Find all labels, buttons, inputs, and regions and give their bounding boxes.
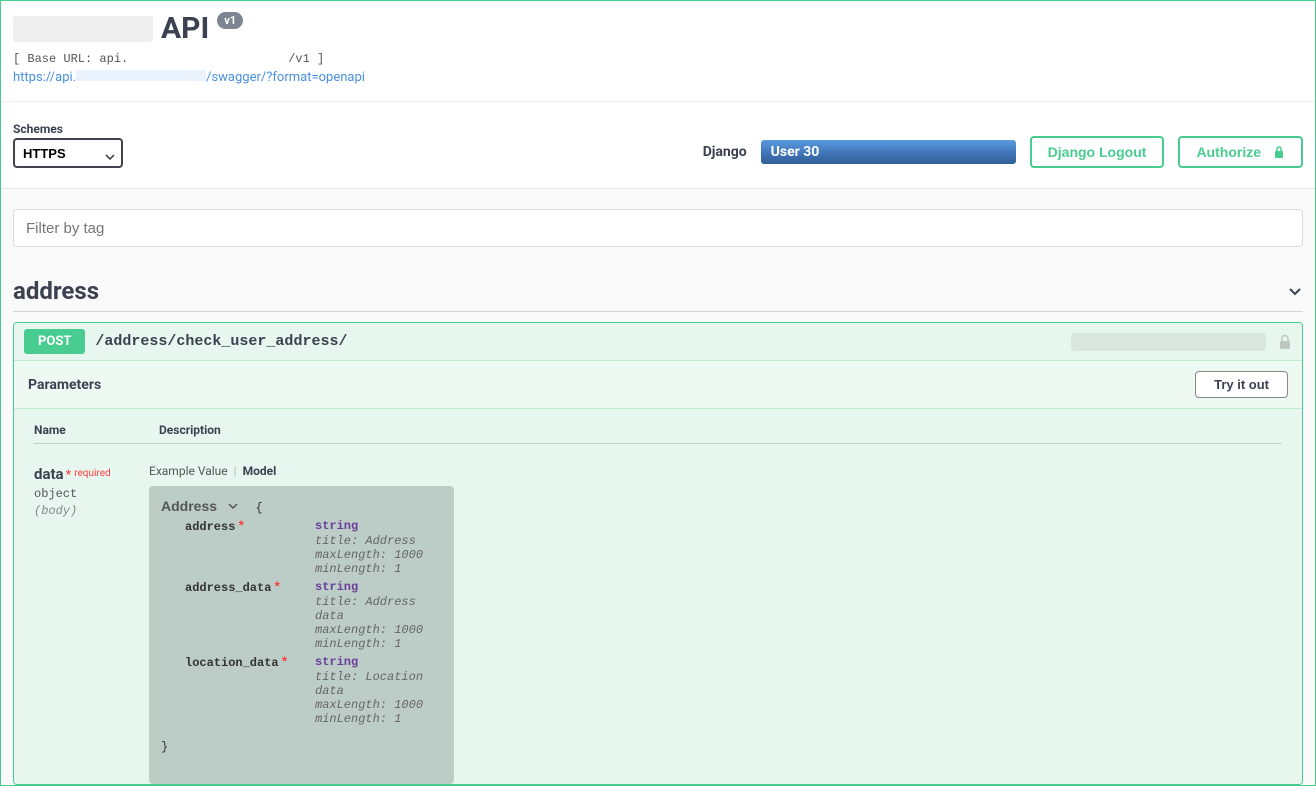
schemes-select[interactable]: HTTPS (13, 138, 123, 168)
model-box: Address { address*stringtitle: Addressma… (149, 486, 454, 784)
django-label: Django (703, 144, 747, 160)
parameter-row: data*required object (body) Example Valu… (34, 444, 1282, 784)
schemes-label: Schemes (13, 122, 123, 136)
app-logo (13, 16, 153, 42)
chevron-down-icon[interactable] (228, 501, 238, 515)
http-method-badge: POST (24, 329, 85, 354)
model-property-meta: title: Location data (315, 670, 442, 698)
param-name: data (34, 465, 64, 483)
tab-example-value[interactable]: Example Value (149, 464, 228, 478)
column-header-name: Name (34, 423, 109, 437)
required-star: * (66, 468, 72, 483)
lock-icon (1273, 145, 1285, 159)
api-title: API (161, 11, 209, 46)
model-property-meta: title: Address (315, 534, 442, 548)
operation-header[interactable]: POST /address/check_user_address/ (14, 323, 1302, 360)
model-property: address_data*string (185, 580, 442, 595)
param-in: (body) (34, 504, 129, 518)
django-logout-button[interactable]: Django Logout (1030, 136, 1165, 168)
model-property-meta: maxLength: 1000 (315, 623, 442, 637)
model-property-meta: minLength: 1 (315, 637, 442, 651)
model-property-meta: title: Address data (315, 595, 442, 623)
operation-summary (1071, 333, 1266, 351)
model-property-meta: maxLength: 1000 (315, 698, 442, 712)
chevron-down-icon (1287, 283, 1303, 299)
authorize-button[interactable]: Authorize (1178, 136, 1303, 168)
lock-icon[interactable] (1278, 334, 1292, 350)
model-property-meta: minLength: 1 (315, 562, 442, 576)
parameters-heading: Parameters (28, 377, 101, 393)
filter-input[interactable] (13, 209, 1303, 247)
tab-model[interactable]: Model (243, 464, 277, 478)
tag-header[interactable]: address (13, 277, 1303, 312)
model-property-meta: maxLength: 1000 (315, 548, 442, 562)
base-url: [ Base URL: api./v1 ] (13, 52, 1303, 66)
model-property: address*string (185, 519, 442, 534)
spec-link[interactable]: https://api./swagger/?format=openapi (13, 70, 1303, 85)
version-badge: v1 (217, 12, 243, 29)
operation-path: /address/check_user_address/ (95, 333, 347, 350)
model-title[interactable]: Address (161, 498, 217, 514)
model-property-meta: minLength: 1 (315, 712, 442, 726)
page-header: API v1 [ Base URL: api./v1 ] https://api… (1, 1, 1315, 101)
required-label: required (74, 468, 110, 479)
column-header-description: Description (159, 423, 221, 437)
param-type: object (34, 487, 129, 501)
operation-block: POST /address/check_user_address/ Parame… (13, 322, 1303, 785)
tag-title: address (13, 277, 99, 305)
django-user-badge: User 30 (761, 140, 1016, 164)
try-it-out-button[interactable]: Try it out (1195, 371, 1288, 398)
model-property: location_data*string (185, 655, 442, 670)
